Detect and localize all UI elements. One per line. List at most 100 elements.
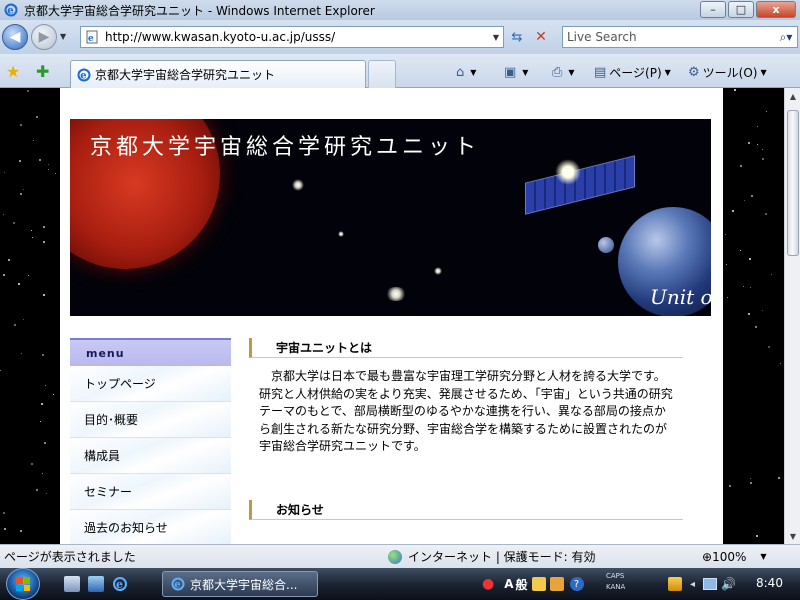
feeds-button[interactable]: ▣ ▼ [504, 62, 528, 82]
star-dot [31, 463, 34, 466]
star-dot [26, 89, 29, 92]
show-desktop-icon[interactable] [64, 576, 80, 592]
star-dot [743, 200, 745, 202]
address-bar[interactable]: e http://www.kwasan.kyoto-u.ac.jp/usss/ … [80, 26, 504, 48]
star-dot [43, 441, 46, 444]
zoom-control[interactable]: ⊕ 100% ▼ [702, 550, 767, 564]
forward-button[interactable]: ▶ [31, 24, 57, 50]
ime-record-icon: ● [482, 576, 495, 592]
tab-label: 京都大学宇宙総合学研究ユニット [95, 68, 276, 82]
menu-item-past-news[interactable]: 過去のお知らせ [70, 510, 231, 544]
star-dot [27, 275, 29, 277]
menu-item-top[interactable]: トップページ [70, 366, 231, 402]
star-dot [31, 237, 33, 239]
vertical-scrollbar[interactable]: ▲ ▼ [784, 88, 800, 544]
taskbar: e e 京都大学宇宙総合... ● A 般 ? CAPS KANA ◂ 🔊 8:… [0, 568, 800, 600]
star-dot [48, 164, 50, 166]
banner-subtitle: Unit o [650, 285, 711, 309]
galaxy-image [385, 287, 407, 301]
start-button[interactable] [6, 568, 40, 600]
help-icon[interactable]: ? [569, 577, 584, 591]
favorites-star-icon[interactable]: ★ [6, 62, 20, 81]
security-zone[interactable]: インターネット | 保護モード: 有効 [388, 548, 596, 565]
ime-mode[interactable]: A [504, 577, 513, 591]
scroll-down-icon[interactable]: ▼ [785, 528, 800, 544]
status-bar: ページが表示されました インターネット | 保護モード: 有効 ⊕ 100% ▼ [0, 544, 800, 568]
search-box[interactable]: ⌕▾ [562, 26, 798, 48]
security-shield-icon[interactable] [668, 577, 682, 591]
new-tab-button[interactable] [368, 60, 396, 88]
taskbar-ie-window[interactable]: e 京都大学宇宙総合... [162, 571, 318, 597]
star-dot [20, 529, 23, 532]
rss-icon: ▣ [504, 64, 517, 80]
maximize-button[interactable]: □ [728, 1, 754, 18]
star-dot [36, 488, 39, 491]
star-dot [770, 274, 772, 276]
close-button[interactable]: x [756, 1, 796, 18]
network-icon[interactable] [703, 578, 718, 590]
star-dot [748, 312, 751, 315]
star-dot [762, 157, 765, 160]
star-dot [2, 274, 5, 277]
ime-dictionary-icon[interactable] [531, 577, 546, 591]
star-dot [742, 286, 744, 288]
scroll-thumb[interactable] [787, 110, 799, 256]
volume-icon[interactable]: 🔊 [721, 577, 736, 591]
star-dot [731, 210, 734, 213]
galaxy-image [292, 179, 304, 191]
print-button[interactable]: ⎙ ▼ [552, 62, 575, 82]
ime-bar[interactable]: ● A 般 ? [482, 574, 584, 594]
star-dot [777, 476, 780, 479]
history-dropdown[interactable]: ▼ [60, 32, 66, 41]
star-dot [2, 512, 5, 515]
ime-kanji[interactable]: 般 [516, 576, 528, 593]
ie-quicklaunch-icon[interactable]: e [112, 576, 128, 592]
star-dot [20, 123, 23, 126]
ime-tools-icon[interactable] [549, 577, 564, 591]
clock[interactable]: 8:40 [756, 576, 783, 590]
header-banner: 京都大学宇宙総合学研究ユニット Unit o [70, 119, 711, 316]
url-text[interactable]: http://www.kwasan.kyoto-u.ac.jp/usss/ [105, 30, 489, 44]
star-dot [779, 363, 781, 365]
title-bar: e 京都大学宇宙総合学研究ユニット - Windows Internet Exp… [0, 0, 800, 20]
status-text: ページが表示されました [4, 550, 136, 564]
star-dot [739, 250, 741, 252]
switch-windows-icon[interactable] [88, 576, 104, 592]
add-favorite-icon[interactable]: ✚ [36, 62, 49, 81]
menu-item-purpose[interactable]: 目的･概要 [70, 402, 231, 438]
star-dot [761, 149, 763, 151]
galaxy-image [338, 231, 344, 237]
page-body: 京都大学宇宙総合学研究ユニット Unit o menu トップページ 目的･概要… [60, 88, 723, 544]
tray-expand-icon[interactable]: ◂ [690, 579, 695, 590]
star-dot [728, 485, 731, 488]
navigation-bar: ◀ ▶ ▼ e http://www.kwasan.kyoto-u.ac.jp/… [0, 20, 800, 54]
back-button[interactable]: ◀ [2, 24, 28, 50]
home-button[interactable]: ⌂ ▼ [456, 62, 476, 82]
star-dot [43, 294, 45, 297]
page-menu[interactable]: ▤ ページ(P) ▼ [594, 62, 671, 82]
refresh-button[interactable]: ⇆ [506, 26, 528, 48]
menu-item-members[interactable]: 構成員 [70, 438, 231, 474]
kana-indicator: KANA [606, 583, 626, 591]
windows-flag-icon [16, 577, 30, 591]
zoom-dropdown-icon[interactable]: ▼ [760, 552, 766, 561]
star-dot [3, 172, 5, 174]
printer-icon: ⎙ [552, 64, 563, 80]
moon-image [598, 237, 614, 253]
star-dot [20, 352, 22, 354]
page-icon: e [86, 30, 98, 44]
scroll-up-icon[interactable]: ▲ [785, 88, 800, 104]
menu-item-seminar[interactable]: セミナー [70, 474, 231, 510]
tools-menu[interactable]: ⚙ ツール(O) ▼ [688, 62, 767, 82]
tab-active[interactable]: e 京都大学宇宙総合学研究ユニット [70, 60, 366, 88]
zone-text: インターネット | 保護モード: 有効 [408, 550, 596, 564]
search-input[interactable] [563, 30, 775, 44]
command-bar: ★ ✚ e 京都大学宇宙総合学研究ユニット ⌂ ▼ ▣ ▼ ⎙ ▼ ▤ ページ(P) ▼ … [0, 54, 800, 88]
caps-indicator: CAPS [606, 572, 625, 580]
globe-icon [388, 549, 402, 564]
star-dot [39, 421, 41, 423]
search-icon[interactable]: ⌕▾ [775, 30, 797, 45]
stop-button[interactable]: ✕ [530, 26, 552, 48]
minimize-button[interactable]: – [700, 1, 726, 18]
address-dropdown-icon[interactable]: ▼ [489, 33, 503, 42]
